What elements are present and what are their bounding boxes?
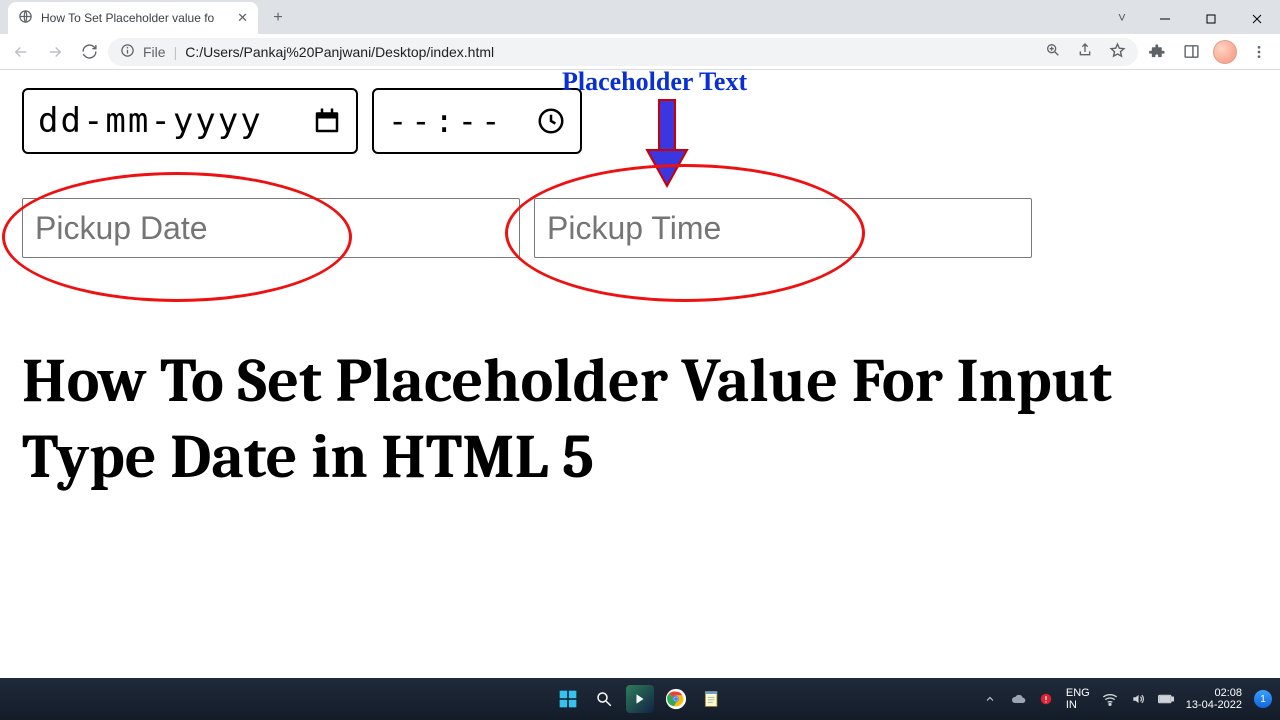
window-titlebar: How To Set Placeholder value fo ✕ + ˅	[0, 0, 1280, 34]
chrome-menu-icon[interactable]	[1244, 37, 1274, 67]
nav-reload-button[interactable]	[74, 37, 104, 67]
taskbar-chrome-icon[interactable]	[662, 685, 690, 713]
zoom-icon[interactable]	[1045, 42, 1061, 61]
annotation-arrow-icon	[643, 98, 691, 190]
tray-battery-icon[interactable]	[1158, 691, 1174, 707]
address-bar[interactable]: File | C:/Users/Pankaj%20Panjwani/Deskto…	[108, 38, 1138, 66]
browser-tab[interactable]: How To Set Placeholder value fo ✕	[8, 2, 258, 34]
native-time-placeholder: --:--	[388, 102, 504, 140]
start-button[interactable]	[554, 685, 582, 713]
browser-toolbar: File | C:/Users/Pankaj%20Panjwani/Deskto…	[0, 34, 1280, 70]
clock-icon[interactable]	[536, 106, 566, 136]
share-icon[interactable]	[1077, 42, 1093, 61]
extensions-icon[interactable]	[1142, 37, 1172, 67]
side-panel-icon[interactable]	[1176, 37, 1206, 67]
taskbar-notepad-icon[interactable]	[698, 685, 726, 713]
profile-avatar[interactable]	[1210, 37, 1240, 67]
calendar-icon[interactable]	[312, 106, 342, 136]
pickup-time-field[interactable]	[547, 210, 1019, 247]
pickup-time-input[interactable]	[534, 198, 1032, 258]
taskbar-clock[interactable]: 02:08 13-04-2022	[1186, 687, 1242, 711]
native-time-input[interactable]: --:--	[372, 88, 582, 154]
annotation-label: Placeholder Text	[562, 67, 747, 97]
page-content: dd-mm-yyyy --:-- How To Set Placeholder …	[0, 70, 1280, 495]
nav-forward-button[interactable]	[40, 37, 70, 67]
new-tab-button[interactable]: +	[264, 4, 292, 32]
window-maximize-button[interactable]	[1188, 4, 1234, 34]
tray-chevron-up-icon[interactable]	[982, 691, 998, 707]
pickup-date-input[interactable]	[22, 198, 520, 258]
taskbar-search-icon[interactable]	[590, 685, 618, 713]
close-tab-icon[interactable]: ✕	[237, 10, 248, 26]
windows-taskbar: ENG IN 02:08 13-04-2022 1	[0, 678, 1280, 720]
tray-wifi-icon[interactable]	[1102, 691, 1118, 707]
tray-volume-icon[interactable]	[1130, 691, 1146, 707]
bookmark-icon[interactable]	[1109, 42, 1126, 62]
taskbar-language[interactable]: ENG IN	[1066, 687, 1090, 711]
tray-security-icon[interactable]	[1038, 691, 1054, 707]
url-text: C:/Users/Pankaj%20Panjwani/Desktop/index…	[185, 44, 494, 60]
taskbar-notification-badge[interactable]: 1	[1254, 690, 1272, 708]
page-heading: How To Set Placeholder Value For Input T…	[22, 344, 1258, 495]
pickup-date-field[interactable]	[35, 210, 507, 247]
window-close-button[interactable]	[1234, 4, 1280, 34]
native-date-input[interactable]: dd-mm-yyyy	[22, 88, 358, 154]
taskbar-app-icon[interactable]	[626, 685, 654, 713]
tab-search-caret-icon[interactable]: ˅	[1102, 2, 1142, 32]
globe-icon	[18, 9, 33, 27]
site-info-icon[interactable]	[120, 43, 135, 61]
window-minimize-button[interactable]	[1142, 4, 1188, 34]
nav-back-button[interactable]	[6, 37, 36, 67]
native-date-placeholder: dd-mm-yyyy	[38, 101, 263, 141]
tab-title: How To Set Placeholder value fo	[41, 11, 229, 25]
tray-onedrive-icon[interactable]	[1010, 691, 1026, 707]
url-scheme-label: File	[143, 44, 166, 60]
